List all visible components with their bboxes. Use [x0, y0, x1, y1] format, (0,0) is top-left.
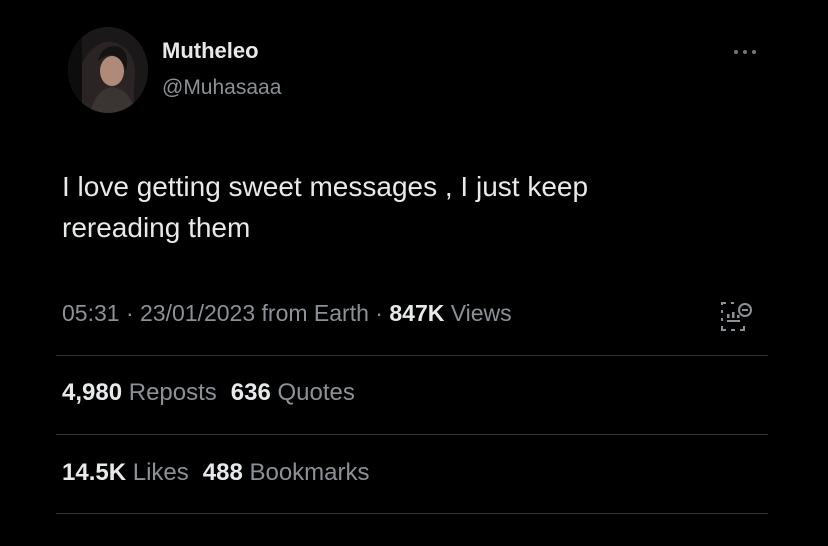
divider	[56, 355, 768, 356]
tweet-date[interactable]: 23/01/2023	[140, 300, 255, 326]
more-icon[interactable]	[734, 47, 764, 57]
divider	[56, 513, 768, 514]
like-stats-row: 14.5K Likes 488 Bookmarks	[62, 459, 384, 487]
quotes-stat[interactable]: 636 Quotes	[231, 379, 355, 406]
avatar-photo	[68, 27, 148, 113]
analytics-icon[interactable]	[718, 300, 754, 334]
bookmarks-stat[interactable]: 488 Bookmarks	[203, 459, 370, 486]
divider	[56, 434, 768, 435]
quotes-label: Quotes	[277, 379, 355, 406]
tweet-source: from Earth	[255, 300, 369, 326]
likes-label: Likes	[132, 459, 189, 486]
more-dot	[743, 50, 747, 54]
bookmarks-count: 488	[202, 459, 243, 486]
avatar[interactable]	[68, 27, 148, 113]
more-dot	[752, 50, 756, 54]
tweet-text-line: rereading them	[62, 212, 251, 243]
reposts-label: Reposts	[128, 379, 217, 406]
display-name[interactable]: Mutheleo	[162, 38, 259, 64]
more-dot	[734, 50, 738, 54]
tweet-text: I love getting sweet messages , I just k…	[62, 166, 752, 248]
meta-separator: ·	[368, 300, 390, 326]
likes-stat[interactable]: 14.5K Likes	[62, 459, 189, 486]
views-label: Views	[444, 300, 512, 326]
repost-stats-row: 4,980 Reposts 636 Quotes	[62, 379, 369, 407]
user-handle[interactable]: @Muhasaaa	[162, 76, 281, 100]
quotes-count: 636	[230, 379, 271, 406]
tweet-card: Mutheleo @Muhasaaa I love getting sweet …	[0, 0, 828, 546]
reposts-count: 4,980	[62, 379, 123, 406]
meta-separator: ·	[119, 300, 141, 326]
reposts-stat[interactable]: 4,980 Reposts	[62, 379, 217, 406]
likes-count: 14.5K	[62, 459, 127, 486]
tweet-text-line: I love getting sweet messages , I just k…	[62, 171, 589, 202]
bookmarks-label: Bookmarks	[249, 459, 370, 486]
views-count: 847K	[389, 300, 445, 326]
tweet-meta: 05:31 · 23/01/2023 from Earth · 847K Vie…	[62, 300, 512, 327]
analytics-icon-graphic	[721, 302, 752, 331]
tweet-time[interactable]: 05:31	[62, 300, 120, 326]
